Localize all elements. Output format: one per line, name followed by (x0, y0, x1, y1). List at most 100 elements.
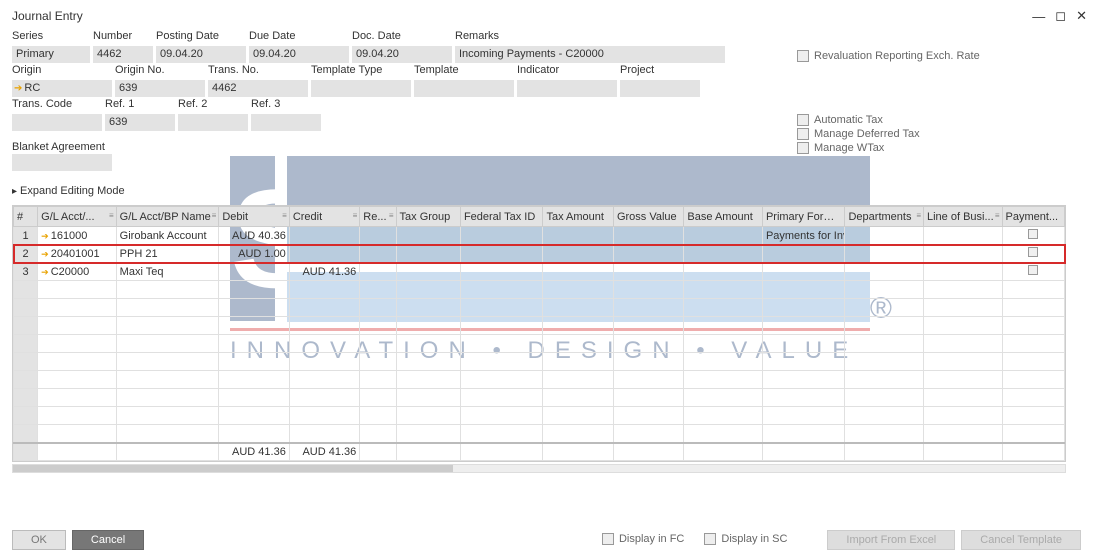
cell-debit[interactable]: AUD 1.00 (219, 245, 289, 263)
cell-name[interactable]: Maxi Teq (116, 263, 219, 281)
col-tax-group[interactable]: Tax Group (396, 207, 460, 227)
blanket-agreement-field[interactable] (12, 154, 112, 171)
link-arrow-icon[interactable]: ➔ (41, 267, 49, 277)
table-row-empty (14, 371, 1065, 389)
link-arrow-icon[interactable]: ➔ (41, 249, 49, 259)
number-label: Number (93, 30, 153, 46)
project-field[interactable] (620, 80, 700, 97)
number-field[interactable]: 4462 (93, 46, 153, 63)
col-gl-acct[interactable]: G/L Acct/...≡ (38, 207, 117, 227)
table-row-empty (14, 389, 1065, 407)
indicator-label: Indicator (517, 64, 617, 80)
series-field[interactable]: Primary (12, 46, 90, 63)
trans-no-label: Trans. No. (208, 64, 308, 80)
trans-code-label: Trans. Code (12, 98, 102, 114)
cell-debit[interactable] (219, 263, 289, 281)
deferred-checkbox[interactable] (797, 128, 809, 140)
col-re[interactable]: Re...≡ (360, 207, 396, 227)
cell-credit[interactable] (289, 227, 359, 245)
due-date-field[interactable]: 09.04.20 (249, 46, 349, 63)
col-fed-tax[interactable]: Federal Tax ID (460, 207, 543, 227)
maximize-icon[interactable]: ◻ (1055, 8, 1066, 24)
horizontal-scrollbar[interactable] (12, 464, 1066, 473)
indicator-field[interactable] (517, 80, 617, 97)
ref1-label: Ref. 1 (105, 98, 175, 114)
table-row-empty (14, 425, 1065, 443)
trans-code-field[interactable] (12, 114, 102, 131)
posting-date-label: Posting Date (156, 30, 246, 46)
wtax-label: Manage WTax (814, 142, 884, 154)
row-num: 3 (14, 263, 38, 281)
cell-name[interactable]: PPH 21 (116, 245, 219, 263)
table-row-empty (14, 281, 1065, 299)
ref3-label: Ref. 3 (251, 98, 321, 114)
col-dept[interactable]: Departments≡ (845, 207, 924, 227)
col-primary[interactable]: Primary Form... (762, 207, 845, 227)
minimize-icon[interactable]: — (1032, 9, 1045, 24)
close-icon[interactable]: ✕ (1076, 8, 1087, 24)
link-arrow-icon[interactable]: ➔ (41, 231, 49, 241)
wtax-checkbox[interactable] (797, 142, 809, 154)
cell-payment-chk[interactable] (1002, 245, 1064, 263)
cell-credit[interactable] (289, 245, 359, 263)
cancel-template-button[interactable]: Cancel Template (961, 530, 1081, 550)
expand-editing-toggle[interactable]: Expand Editing Mode (12, 185, 1087, 197)
cell-payment-chk[interactable] (1002, 263, 1064, 281)
cell-primary[interactable]: Payments for Inv (762, 227, 845, 245)
table-row[interactable]: 3➔C20000Maxi Teq AUD 41.36 (14, 263, 1065, 281)
col-debit[interactable]: Debit≡ (219, 207, 289, 227)
cell-credit[interactable]: AUD 41.36 (289, 263, 359, 281)
col-base[interactable]: Base Amount (684, 207, 763, 227)
col-lob[interactable]: Line of Busi...≡ (924, 207, 1003, 227)
cancel-button[interactable]: Cancel (72, 530, 144, 550)
remarks-label: Remarks (455, 30, 725, 46)
blanket-agreement-label: Blanket Agreement (12, 141, 797, 153)
table-row-empty (14, 335, 1065, 353)
doc-date-label: Doc. Date (352, 30, 452, 46)
ref1-field[interactable]: 639 (105, 114, 175, 131)
display-fc-label: Display in FC (619, 533, 684, 545)
cell-acct[interactable]: ➔C20000 (38, 263, 117, 281)
doc-date-field[interactable]: 09.04.20 (352, 46, 452, 63)
display-sc-checkbox[interactable] (704, 533, 716, 545)
col-tax-amt[interactable]: Tax Amount (543, 207, 613, 227)
due-date-label: Due Date (249, 30, 349, 46)
series-label: Series (12, 30, 90, 46)
table-row-empty (14, 407, 1065, 425)
cell-name[interactable]: Girobank Account (116, 227, 219, 245)
table-row[interactable]: 2➔20401001PPH 21AUD 1.00 (14, 245, 1065, 263)
trans-no-field[interactable]: 4462 (208, 80, 308, 97)
journal-grid[interactable]: ↗ # G/L Acct/...≡ G/L Acct/BP Name≡ Debi… (12, 205, 1066, 462)
cell-acct[interactable]: ➔20401001 (38, 245, 117, 263)
table-row[interactable]: 1➔161000Girobank AccountAUD 40.36 Payment… (14, 227, 1065, 245)
row-num: 1 (14, 227, 38, 245)
cell-primary[interactable] (762, 263, 845, 281)
cell-debit[interactable]: AUD 40.36 (219, 227, 289, 245)
template-type-field[interactable] (311, 80, 411, 97)
posting-date-field[interactable]: 09.04.20 (156, 46, 246, 63)
display-fc-checkbox[interactable] (602, 533, 614, 545)
auto-tax-label: Automatic Tax (814, 114, 883, 126)
col-payment[interactable]: Payment... (1002, 207, 1064, 227)
auto-tax-checkbox[interactable] (797, 114, 809, 126)
ref2-field[interactable] (178, 114, 248, 131)
remarks-field[interactable]: Incoming Payments - C20000 (455, 46, 725, 63)
col-credit[interactable]: Credit≡ (289, 207, 359, 227)
reval-checkbox[interactable] (797, 50, 809, 62)
col-gross[interactable]: Gross Value (613, 207, 683, 227)
cell-primary[interactable] (762, 245, 845, 263)
origin-no-field[interactable]: 639 (115, 80, 205, 97)
origin-field[interactable]: ➔RC (12, 80, 112, 97)
ok-button[interactable]: OK (12, 530, 66, 550)
cell-payment-chk[interactable] (1002, 227, 1064, 245)
credit-total: AUD 41.36 (289, 443, 359, 461)
cell-acct[interactable]: ➔161000 (38, 227, 117, 245)
col-gl-name[interactable]: G/L Acct/BP Name≡ (116, 207, 219, 227)
template-field[interactable] (414, 80, 514, 97)
col-rownum[interactable]: # (14, 207, 38, 227)
import-button[interactable]: Import From Excel (827, 530, 955, 550)
ref3-field[interactable] (251, 114, 321, 131)
link-arrow-icon[interactable]: ➔ (14, 83, 22, 94)
template-type-label: Template Type (311, 64, 411, 80)
reval-label: Revaluation Reporting Exch. Rate (814, 50, 980, 62)
